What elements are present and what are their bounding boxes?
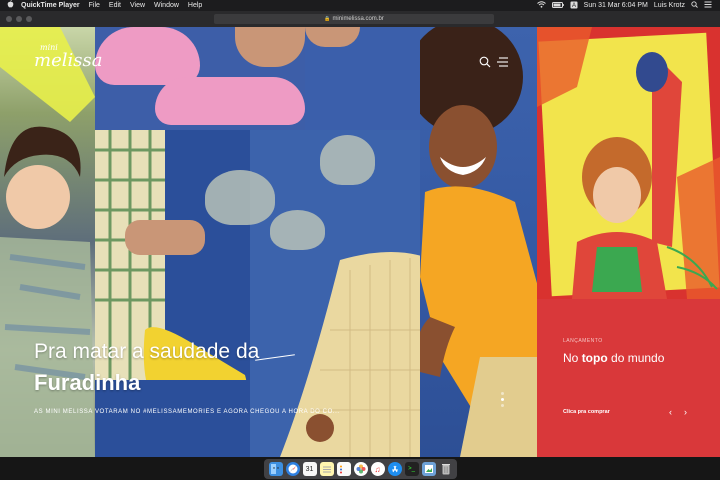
card-heading[interactable]: No topo do mundo <box>563 351 664 365</box>
reminders-icon[interactable] <box>336 462 351 476</box>
slider-dot[interactable] <box>501 404 504 407</box>
notification-icon[interactable] <box>704 1 712 10</box>
next-arrow-icon[interactable]: › <box>684 407 687 417</box>
photo-boy-red <box>537 27 720 299</box>
url-text: minimelissa.com.br <box>332 16 384 22</box>
dock: 31 ♫ >_ <box>264 459 457 479</box>
photo-blue-wall <box>205 130 440 457</box>
menu-file[interactable]: File <box>89 2 100 9</box>
battery-icon[interactable] <box>551 1 564 10</box>
menu-bar: QuickTime Player File Edit View Window H… <box>0 0 720 11</box>
calendar-icon[interactable]: 31 <box>302 462 317 476</box>
buy-link[interactable]: Clica pra comprar <box>563 409 610 415</box>
zoom-window-button[interactable] <box>26 16 32 22</box>
window-controls <box>6 16 32 22</box>
slider-dot-active[interactable] <box>501 398 504 401</box>
card-heading-post: do mundo <box>607 351 665 365</box>
leg-shape <box>235 27 305 67</box>
close-window-button[interactable] <box>6 16 12 22</box>
menu-view[interactable]: View <box>130 2 145 9</box>
preview-icon[interactable] <box>421 462 436 476</box>
prev-arrow-icon[interactable]: ‹ <box>669 407 672 417</box>
photo-smiling-girl <box>407 27 538 457</box>
menu-edit[interactable]: Edit <box>109 2 121 9</box>
card-kicker: LANÇAMENTO <box>563 338 603 344</box>
spotlight-icon[interactable] <box>691 1 698 10</box>
hamburger-menu-icon[interactable] <box>497 57 509 67</box>
minimize-window-button[interactable] <box>16 16 22 22</box>
apple-menu-icon[interactable] <box>7 0 15 11</box>
hero-title-line1: Pra matar a saudade da <box>34 340 260 363</box>
logo-line2: melissa <box>34 49 103 71</box>
terminal-icon[interactable]: >_ <box>404 462 419 476</box>
itunes-icon[interactable]: ♫ <box>370 462 385 476</box>
svg-text:A: A <box>572 3 576 9</box>
hero-title-line2[interactable]: Furadinha <box>34 370 140 396</box>
clock-text[interactable]: Sun 31 Mar 6:04 PM <box>584 2 648 9</box>
menu-window[interactable]: Window <box>154 2 179 9</box>
notes-icon[interactable] <box>319 462 334 476</box>
appstore-icon[interactable] <box>387 462 402 476</box>
menu-help[interactable]: Help <box>188 2 202 9</box>
finder-icon[interactable] <box>268 462 283 476</box>
card-arrows: ‹ › <box>669 407 687 417</box>
card-heading-pre: No <box>563 351 582 365</box>
text-input-icon[interactable]: A <box>570 1 578 11</box>
menu-app-name[interactable]: QuickTime Player <box>21 2 80 9</box>
hand-shape <box>305 27 360 47</box>
photo-pink-shoes <box>95 27 305 130</box>
slider-dots <box>501 392 504 407</box>
pink-shoe-right <box>155 77 305 125</box>
safari-icon[interactable] <box>285 462 300 476</box>
lock-icon: 🔒 <box>324 16 331 22</box>
wifi-icon[interactable] <box>536 1 546 10</box>
player-title-bar: 🔒 minimelissa.com.br <box>0 11 720 28</box>
card-heading-bold: topo <box>581 351 608 365</box>
address-bar[interactable]: 🔒 minimelissa.com.br <box>214 14 494 24</box>
photos-icon[interactable] <box>353 462 368 476</box>
user-name[interactable]: Luis Krotz <box>654 2 685 9</box>
webpage: LANÇAMENTO No topo do mundo Clica pra co… <box>0 27 720 457</box>
site-logo[interactable]: mini melissa <box>34 44 102 69</box>
menu-extras: A Sun 31 Mar 6:04 PM Luis Krotz <box>536 0 712 11</box>
trash-icon[interactable] <box>439 462 453 476</box>
slider-dot[interactable] <box>501 392 504 395</box>
launch-card[interactable]: LANÇAMENTO No topo do mundo Clica pra co… <box>537 299 720 457</box>
search-icon[interactable] <box>479 56 491 68</box>
hero-subtitle: AS MINI MELISSA VOTARAM NO #MELISSAMEMOR… <box>34 409 340 415</box>
